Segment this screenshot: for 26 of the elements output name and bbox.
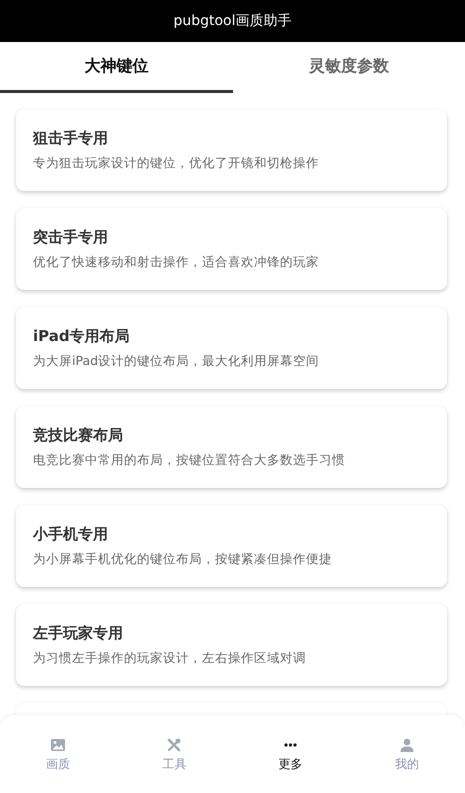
card-title: 狙击手专用 (33, 128, 109, 148)
app-title: pubgtool画质助手 (173, 12, 292, 30)
tab[interactable]: 灵敏度参数 (232, 42, 465, 93)
layout-card[interactable]: 狙击手专用 专为狙击玩家设计的键位，优化了开镜和切枪操作 (16, 109, 447, 191)
image-icon (51, 739, 66, 751)
layout-card[interactable]: iPad专用布局 为大屏iPad设计的键位布局，最大化利用屏幕空间 (16, 307, 447, 389)
card-description: 为小屏幕手机优化的键位布局，按键紧凑但操作便捷 (33, 551, 333, 567)
card-description: 为习惯左手操作的玩家设计，左右操作区域对调 (33, 650, 307, 666)
tools-icon (167, 738, 182, 752)
layout-card[interactable]: 竞技比赛布局 电竞比赛中常用的布局，按键位置符合大多数选手习惯 (16, 406, 447, 488)
card-title: iPad专用布局 (33, 326, 131, 346)
card-title: 竞技比赛布局 (33, 425, 124, 445)
card-title: 突击手专用 (33, 227, 109, 247)
layout-card[interactable]: 左手玩家专用 为习惯左手操作的玩家设计，左右操作区域对调 (16, 604, 447, 686)
tab[interactable]: 大神键位 (0, 42, 232, 93)
layout-card[interactable]: 小手机专用 为小屏幕手机优化的键位布局，按键紧凑但操作便捷 (16, 505, 447, 587)
person-icon (400, 738, 414, 752)
nav-item[interactable]: 更多 (232, 737, 349, 773)
more-icon (284, 743, 298, 747)
card-title: 小手机专用 (33, 524, 109, 544)
layout-card[interactable]: 突击手专用 优化了快速移动和射击操作，适合喜欢冲锋的玩家 (16, 208, 447, 290)
card-title: 左手玩家专用 (33, 623, 124, 643)
card-description: 为大屏iPad设计的键位布局，最大化利用屏幕空间 (33, 353, 320, 369)
card-description: 电竞比赛中常用的布局，按键位置符合大多数选手习惯 (33, 452, 346, 468)
card-description: 优化了快速移动和射击操作，适合喜欢冲锋的玩家 (33, 254, 320, 270)
card-description: 专为狙击玩家设计的键位，优化了开镜和切枪操作 (33, 155, 320, 171)
